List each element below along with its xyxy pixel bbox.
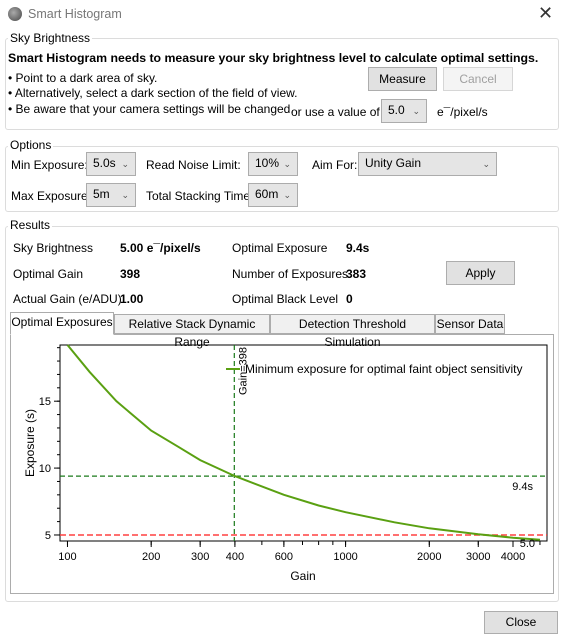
- y-tick-label: 10: [39, 463, 51, 475]
- x-tick-label: 300: [191, 551, 209, 563]
- exposure-annotation: 9.4s: [512, 481, 533, 493]
- x-tick-label: 600: [275, 551, 293, 563]
- exposure-chart: 100 200 300 400 600 1000 2000 3000 4000 5 10 15 Gai…: [23, 344, 548, 583]
- x-tick-label: 400: [226, 551, 244, 563]
- y-tick-label: 15: [39, 396, 51, 408]
- close-button[interactable]: Close: [484, 611, 558, 634]
- x-tick-label: 2000: [417, 551, 441, 563]
- x-tick-label: 3000: [466, 551, 490, 563]
- min-exposure-annotation: 5.0: [520, 538, 535, 550]
- x-tick-label: 4000: [501, 551, 525, 563]
- x-tick-label: 100: [58, 551, 76, 563]
- x-tick-label: 200: [142, 551, 160, 563]
- y-tick-label: 5: [45, 530, 51, 542]
- x-axis-label: Gain: [290, 569, 315, 583]
- x-tick-label: 1000: [333, 551, 357, 563]
- legend-label: Minimum exposure for optimal faint objec…: [245, 362, 522, 376]
- y-axis-label: Exposure (s): [23, 409, 37, 477]
